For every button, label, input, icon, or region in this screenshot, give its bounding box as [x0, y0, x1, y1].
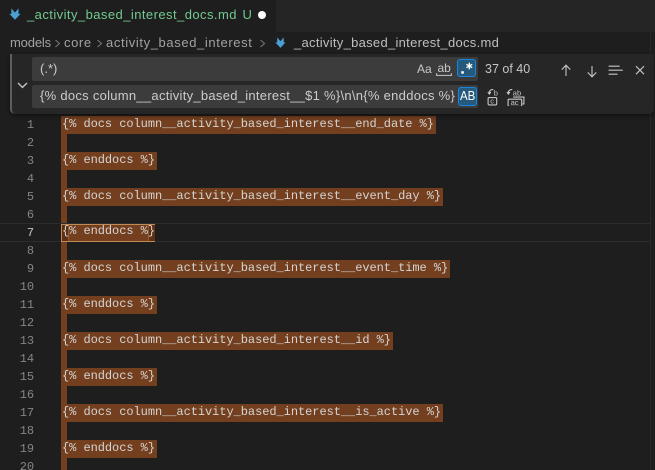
svg-text:ab: ab — [512, 88, 520, 97]
svg-text:ac: ac — [510, 98, 518, 106]
svg-text:b: b — [493, 88, 497, 97]
svg-text:c: c — [490, 96, 494, 105]
